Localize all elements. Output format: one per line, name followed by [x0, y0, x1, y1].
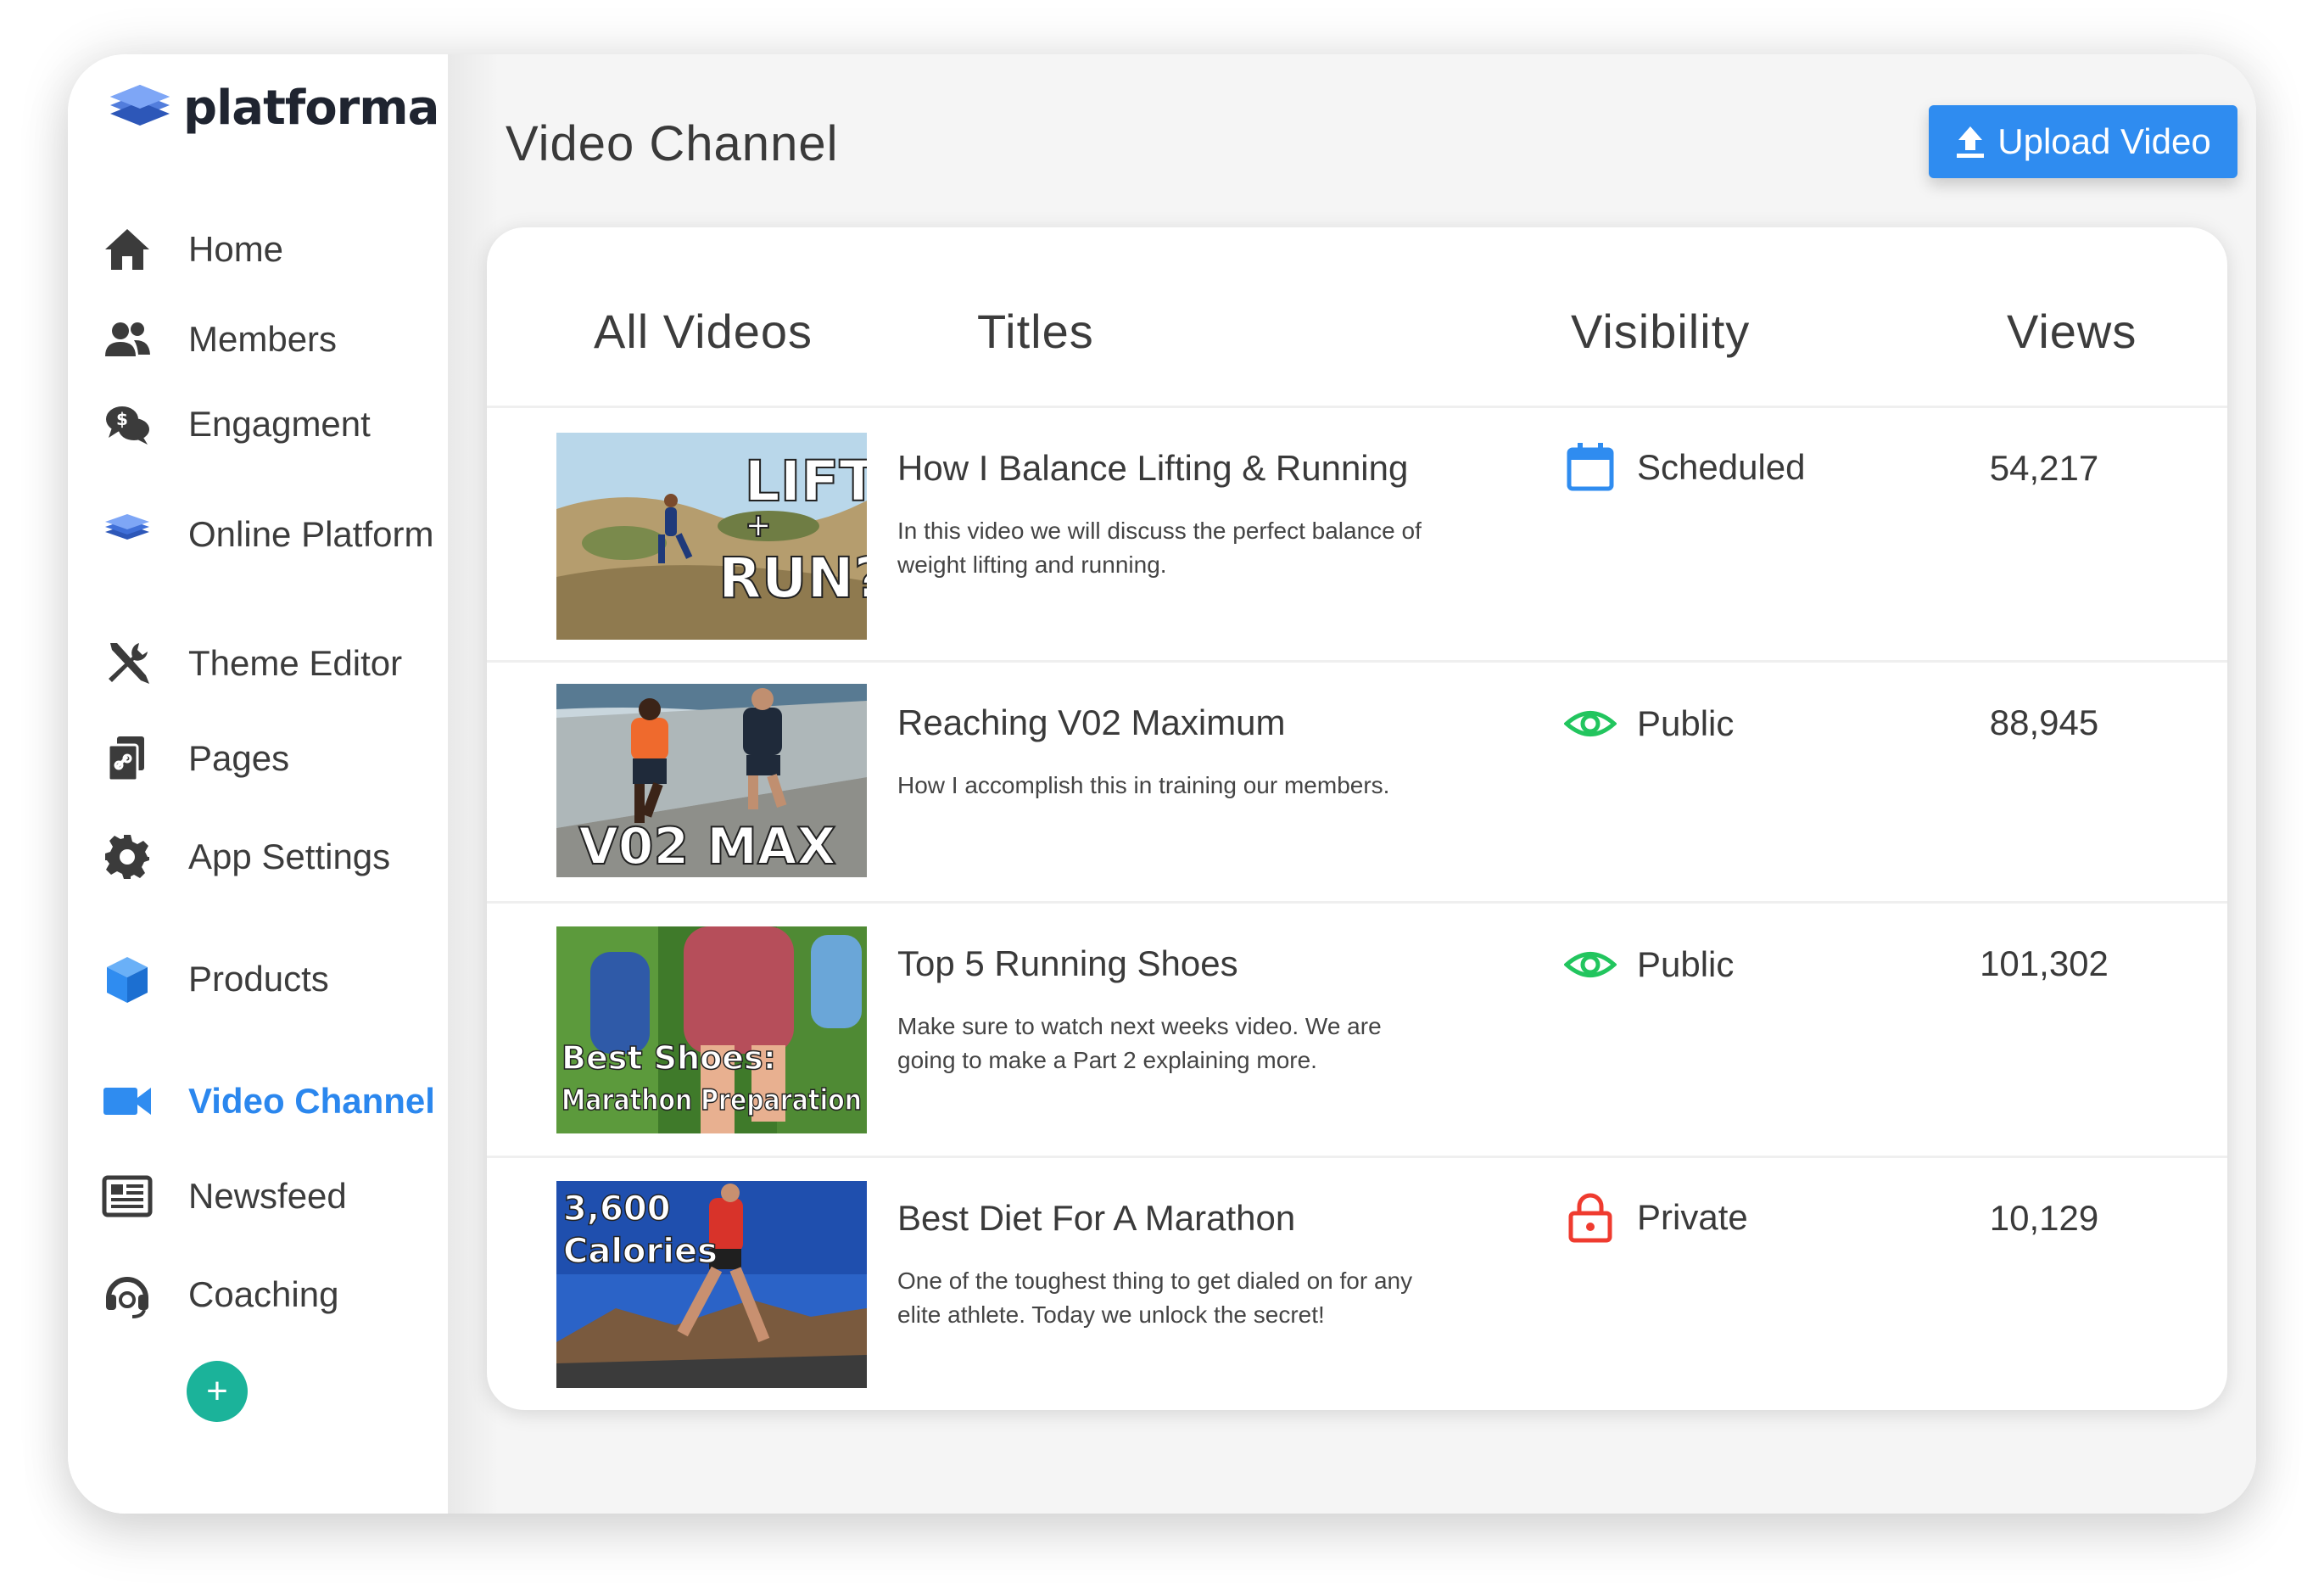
view-count: 10,129 [1989, 1198, 2099, 1238]
engagement-icon: $ [93, 390, 161, 458]
sidebar-item-label: Members [188, 319, 338, 359]
video-title[interactable]: How I Balance Lifting & Running [897, 448, 1408, 489]
lock-icon [1568, 1193, 1612, 1243]
sidebar-item-video-channel[interactable]: Video Channel [93, 1067, 441, 1135]
sidebar-item-label: Coaching [188, 1274, 339, 1314]
sidebar-item-theme-editor[interactable]: Theme Editor [93, 630, 441, 697]
main-content: Video Channel Upload Video All Videos Ti… [448, 54, 2256, 1514]
visibility-status: Scheduled [1564, 441, 1806, 494]
video-thumbnail[interactable]: 3,600 Calories [556, 1181, 867, 1388]
visibility-label: Private [1637, 1197, 1748, 1237]
thumbnail-caption: Calories [563, 1232, 718, 1271]
video-thumbnail[interactable]: LIFT + RUN? [556, 433, 867, 640]
page-title: Video Channel [506, 116, 839, 171]
visibility-status: Private [1564, 1191, 1748, 1244]
sidebar-item-label: Home [188, 229, 284, 269]
table-row[interactable]: Best Shoes: Marathon Preparation Top 5 R… [487, 901, 2227, 1158]
thumbnail-caption: Marathon Preparation [561, 1083, 862, 1117]
sidebar-item-label: Online Platform [188, 514, 434, 554]
tools-icon [93, 630, 161, 697]
visibility-label: Public [1637, 944, 1735, 984]
column-header-visibility[interactable]: Visibility [1571, 304, 1750, 359]
gear-icon [93, 823, 161, 891]
video-thumbnail[interactable]: V02 MAX [556, 684, 867, 877]
videos-table: All Videos Titles Visibility Views LIFT … [487, 227, 2227, 1410]
video-title[interactable]: Reaching V02 Maximum [897, 702, 1286, 743]
upload-video-button[interactable]: Upload Video [1929, 105, 2237, 178]
layers-logo-icon [110, 85, 170, 126]
sidebar-item-label: App Settings [188, 837, 391, 876]
sidebar-item-app-settings[interactable]: App Settings [93, 823, 441, 891]
sidebar-item-products[interactable]: Products [93, 945, 441, 1013]
sidebar-item-label: Newsfeed [188, 1176, 347, 1216]
sidebar-item-pages[interactable]: Pages [93, 725, 441, 792]
sidebar-item-engagement[interactable]: $ Engagment [93, 390, 441, 458]
thumbnail-caption: LIFT [745, 449, 867, 514]
upload-icon [1957, 126, 1985, 158]
members-icon [93, 305, 161, 373]
video-title[interactable]: Best Diet For A Marathon [897, 1198, 1295, 1239]
pages-icon [93, 725, 161, 792]
sidebar-item-members[interactable]: Members [93, 305, 441, 373]
visibility-status: Public [1564, 697, 1734, 750]
view-count: 88,945 [1989, 702, 2099, 742]
brand-name: platforma [183, 80, 439, 136]
sidebar-item-newsfeed[interactable]: Newsfeed [93, 1162, 441, 1230]
thumbnail-caption: 3,600 [563, 1189, 671, 1228]
table-row[interactable]: LIFT + RUN? How I Balance Lifting & Runn… [487, 406, 2227, 663]
upload-video-label: Upload Video [1997, 121, 2211, 161]
calendar-icon [1567, 443, 1614, 491]
video-description: One of the toughest thing to get dialed … [897, 1268, 1413, 1328]
sidebar-item-label: Products [188, 959, 329, 999]
svg-text:$: $ [116, 409, 128, 429]
eye-icon [1564, 952, 1617, 977]
video-thumbnail[interactable]: Best Shoes: Marathon Preparation [556, 926, 867, 1133]
table-row[interactable]: V02 MAX Reaching V02 Maximum How I accom… [487, 660, 2227, 904]
thumbnail-caption: Best Shoes: [561, 1039, 776, 1077]
view-count: 54,217 [1989, 448, 2099, 488]
sidebar-item-label: Engagment [188, 404, 371, 444]
sidebar-item-coaching[interactable]: Coaching [93, 1261, 441, 1329]
cube-icon [93, 945, 161, 1013]
column-header-views[interactable]: Views [2007, 304, 2137, 359]
video-description: Make sure to watch next weeks video. We … [897, 1013, 1382, 1073]
video-title[interactable]: Top 5 Running Shoes [897, 943, 1238, 984]
video-description: How I accomplish this in training our me… [897, 772, 1390, 798]
sidebar-item-label: Theme Editor [188, 643, 403, 683]
sidebar-item-label: Video Channel [188, 1081, 435, 1121]
sidebar-item-label: Pages [188, 738, 290, 778]
layers-icon [93, 501, 161, 568]
sidebar: platforma Home Members $ Engagment Onlin… [68, 54, 448, 1514]
visibility-label: Public [1637, 703, 1735, 743]
add-button[interactable]: + [187, 1361, 248, 1422]
newspaper-icon [93, 1162, 161, 1230]
sidebar-item-online-platform[interactable]: Online Platform [93, 501, 441, 568]
eye-icon [1564, 711, 1617, 736]
home-icon [93, 215, 161, 283]
thumbnail-caption: + [745, 506, 772, 544]
visibility-label: Scheduled [1637, 447, 1806, 487]
table-header: All Videos Titles Visibility Views [487, 227, 2227, 408]
visibility-status: Public [1564, 938, 1734, 991]
column-header-titles[interactable]: Titles [977, 304, 1094, 359]
thumbnail-caption: V02 MAX [578, 817, 835, 876]
table-row[interactable]: 3,600 Calories Best Diet For A Marathon … [487, 1156, 2227, 1410]
app-window: platforma Home Members $ Engagment Onlin… [68, 54, 2256, 1514]
brand-logo[interactable]: platforma [102, 78, 439, 137]
sidebar-item-home[interactable]: Home [93, 215, 441, 283]
view-count: 101,302 [1980, 943, 2109, 983]
thumbnail-caption: RUN? [718, 546, 867, 611]
headset-icon [93, 1261, 161, 1329]
column-header-all-videos[interactable]: All Videos [594, 304, 813, 359]
video-camera-icon [93, 1067, 161, 1135]
video-description: In this video we will discuss the perfec… [897, 518, 1422, 578]
